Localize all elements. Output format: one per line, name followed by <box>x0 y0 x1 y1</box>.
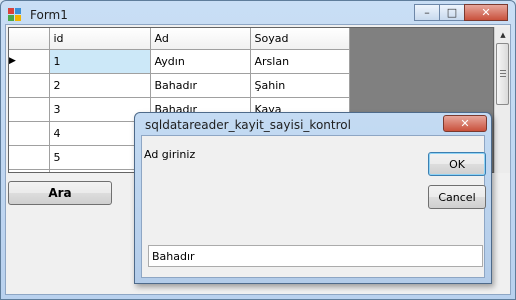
table-cell[interactable]: 2 <box>49 73 151 98</box>
grid-header-row: id Ad Soyad <box>9 28 350 50</box>
scroll-up-icon[interactable]: ▲ <box>495 27 511 43</box>
ok-button[interactable]: OK <box>428 152 486 176</box>
minimize-button[interactable]: – <box>414 4 440 21</box>
maximize-button[interactable]: □ <box>439 4 465 21</box>
dialog-client-area: Ad giriniz OK Cancel <box>141 135 486 278</box>
table-row[interactable]: 2 Bahadır Şahin <box>9 73 350 98</box>
column-header-soyad[interactable]: Soyad <box>250 28 350 50</box>
vertical-scrollbar[interactable]: ▲ <box>494 27 510 173</box>
search-button[interactable]: Ara <box>8 181 112 205</box>
row-header[interactable] <box>9 169 50 172</box>
dialog-prompt: Ad giriniz <box>144 148 196 161</box>
table-cell[interactable]: Şahin <box>250 73 350 98</box>
row-header[interactable] <box>9 73 50 98</box>
row-header[interactable] <box>9 121 50 146</box>
table-cell[interactable]: 1 <box>49 49 151 74</box>
dialog-close-button[interactable]: ✕ <box>443 115 487 132</box>
table-row[interactable]: ▶ 1 Aydın Arslan <box>9 49 350 74</box>
table-cell[interactable]: Aydın <box>150 49 251 74</box>
table-cell[interactable]: Arslan <box>250 49 350 74</box>
window-title: Form1 <box>30 8 68 22</box>
dialog-title: sqldatareader_kayit_sayisi_kontrol <box>145 118 351 132</box>
app-icon <box>8 8 22 22</box>
close-button[interactable]: ✕ <box>464 4 508 21</box>
column-header-ad[interactable]: Ad <box>150 28 251 50</box>
row-header[interactable] <box>9 97 50 122</box>
input-dialog: sqldatareader_kayit_sayisi_kontrol ✕ Ad … <box>134 112 492 284</box>
column-header-id[interactable]: id <box>49 28 151 50</box>
scroll-thumb[interactable] <box>496 43 509 105</box>
current-row-marker-icon[interactable]: ▶ <box>9 49 50 74</box>
grid-corner-cell[interactable] <box>9 28 50 50</box>
name-input[interactable] <box>148 245 483 267</box>
table-cell[interactable]: Bahadır <box>150 73 251 98</box>
cancel-button[interactable]: Cancel <box>428 185 486 209</box>
row-header[interactable] <box>9 145 50 170</box>
